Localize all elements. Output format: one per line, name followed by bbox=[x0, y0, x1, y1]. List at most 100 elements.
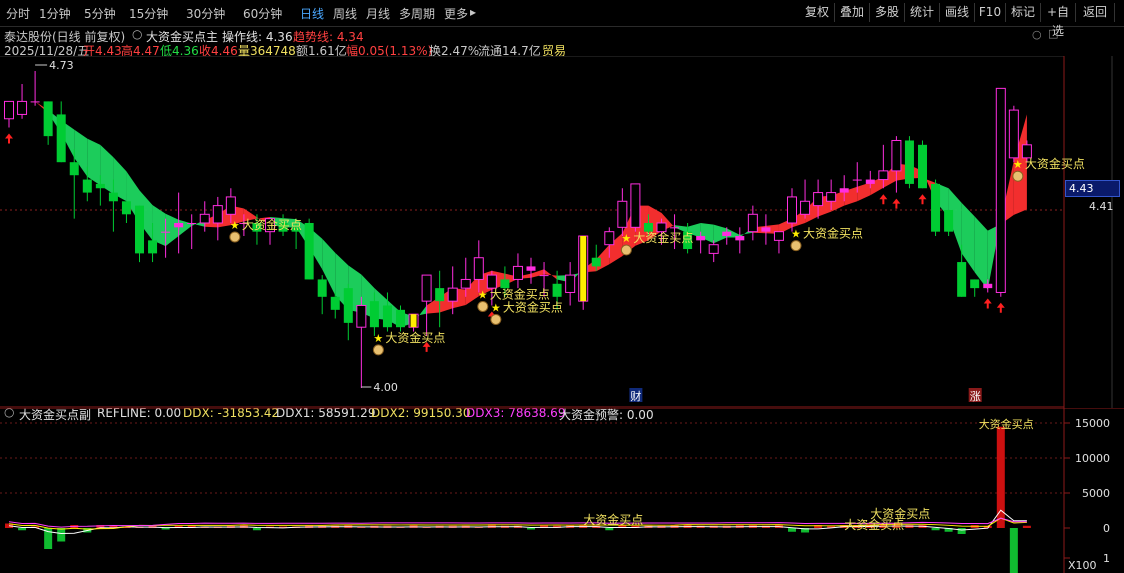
candle-body bbox=[56, 114, 66, 163]
toolbar-button-1[interactable]: 叠加 bbox=[835, 3, 870, 22]
candle-body bbox=[995, 87, 1006, 293]
sub-tick-label: 15000 bbox=[1075, 417, 1110, 430]
sub-unit-label: X100 bbox=[1068, 559, 1097, 572]
candle-body bbox=[708, 244, 719, 254]
candle-body bbox=[617, 200, 628, 228]
ribbon-segment bbox=[857, 182, 871, 202]
period-tab-4[interactable]: 30分钟 bbox=[186, 5, 225, 22]
candle-body bbox=[187, 222, 197, 224]
period-tab-7[interactable]: 周线 bbox=[333, 5, 357, 22]
event-badge-fin: 财 bbox=[630, 389, 641, 403]
period-tab-10[interactable]: 更多 bbox=[444, 5, 468, 22]
ribbon-segment bbox=[165, 213, 179, 247]
buy-signal-label: 大资金买点 bbox=[1025, 156, 1085, 171]
ribbon-segment bbox=[152, 205, 166, 247]
money-bag-icon bbox=[229, 231, 241, 243]
toolbar-button-3[interactable]: 统计 bbox=[905, 3, 940, 22]
collapse-icon[interactable]: ○ bbox=[132, 27, 142, 41]
candle-body bbox=[486, 274, 497, 289]
toolbar-button-2[interactable]: 多股 bbox=[870, 3, 905, 22]
candle-body bbox=[761, 227, 771, 232]
candle-body bbox=[356, 304, 367, 328]
candle-body bbox=[773, 231, 784, 241]
ddx-indicator-chart[interactable]: 1500010000500001X100大资金买点 大资金买点大资金买点大资金买点 bbox=[0, 408, 1124, 573]
candle-body bbox=[670, 227, 680, 229]
period-tab-9[interactable]: 多周期 bbox=[399, 5, 435, 22]
candle-body bbox=[800, 200, 811, 215]
buy-signal-label: 大资金买点 bbox=[490, 286, 550, 301]
money-bag-icon bbox=[372, 344, 384, 356]
candle-body bbox=[460, 278, 471, 289]
ribbon-segment bbox=[544, 269, 558, 280]
star-icon: ★ bbox=[491, 301, 501, 314]
star-icon: ★ bbox=[1013, 158, 1023, 171]
ddx-bar bbox=[931, 528, 940, 531]
highlight-candle bbox=[580, 236, 587, 302]
star-icon: ★ bbox=[478, 288, 488, 301]
red-arrow-icon bbox=[996, 302, 1005, 313]
candle-body bbox=[983, 283, 993, 289]
period-tab-1[interactable]: 1分钟 bbox=[39, 5, 71, 22]
high-marker-label: 4.73 bbox=[49, 59, 74, 72]
money-bag-icon bbox=[1012, 170, 1024, 182]
more-chevron-icon[interactable]: ▸ bbox=[470, 5, 476, 19]
money-bag-icon bbox=[620, 244, 632, 256]
candle-body bbox=[121, 201, 131, 215]
ddx-bar bbox=[1022, 525, 1031, 528]
red-arrow-icon bbox=[983, 298, 992, 309]
toolbar-button-4[interactable]: 画线 bbox=[940, 3, 975, 22]
toolbar-button-6[interactable]: 标记 bbox=[1006, 3, 1041, 22]
candle-body bbox=[225, 196, 236, 215]
candle-body bbox=[539, 275, 549, 277]
candle-body bbox=[604, 231, 615, 246]
period-tab-5[interactable]: 60分钟 bbox=[243, 5, 282, 22]
candle-body bbox=[878, 170, 889, 181]
candle-body bbox=[931, 183, 941, 232]
star-icon: ★ bbox=[791, 228, 801, 241]
toolbar-button-7[interactable]: +自选 bbox=[1041, 3, 1076, 38]
candle-body bbox=[970, 279, 980, 289]
ribbon-segment bbox=[974, 216, 988, 290]
candle-body bbox=[330, 296, 340, 310]
star-icon: ★ bbox=[621, 232, 631, 245]
toolbar-button-5[interactable]: F10 bbox=[975, 3, 1006, 22]
buy-signal-label: 大资金买点 bbox=[633, 230, 693, 245]
period-tab-2[interactable]: 5分钟 bbox=[84, 5, 116, 22]
toolbar-button-0[interactable]: 复权 bbox=[800, 3, 835, 22]
candle-body bbox=[565, 274, 576, 293]
candle-body bbox=[82, 179, 92, 193]
candle-body bbox=[944, 209, 954, 232]
candle-body bbox=[95, 183, 105, 189]
candle-body bbox=[552, 283, 562, 297]
candle-body bbox=[212, 205, 223, 224]
ddx-bar bbox=[527, 528, 535, 530]
period-tab-3[interactable]: 15分钟 bbox=[129, 5, 168, 22]
low-marker-label: 4.00 bbox=[373, 381, 398, 394]
buy-signal-label: 大资金买点 bbox=[242, 217, 302, 232]
ddx-bar bbox=[252, 528, 261, 531]
sub-tick-label: 10000 bbox=[1075, 452, 1110, 465]
candle-body bbox=[526, 266, 536, 271]
period-tab-8[interactable]: 月线 bbox=[366, 5, 390, 22]
candle-body bbox=[30, 101, 40, 103]
sub-buy-label-top: 大资金买点 bbox=[979, 417, 1034, 431]
ddx-bar bbox=[957, 528, 966, 534]
candle-body bbox=[148, 240, 158, 254]
candle-body bbox=[891, 139, 902, 172]
candle-body bbox=[957, 262, 967, 297]
period-tab-0[interactable]: 分时 bbox=[6, 5, 30, 22]
candle-body bbox=[839, 188, 849, 193]
candle-body bbox=[69, 162, 79, 176]
ddx-bar bbox=[605, 528, 614, 531]
candle-body bbox=[396, 309, 405, 328]
candle-body bbox=[852, 179, 862, 181]
period-tab-6[interactable]: 日线 bbox=[300, 5, 324, 22]
settings-icon[interactable]: ○ bbox=[1032, 28, 1042, 41]
candlestick-chart[interactable]: 4.734.00★ 大资金买点★ 大资金买点★ 大资金买点★ 大资金买点★ 大资金买点 ★ 大… bbox=[0, 56, 1124, 408]
candle-body bbox=[787, 196, 797, 224]
ddx-bar bbox=[18, 528, 27, 531]
candle-body bbox=[630, 183, 641, 228]
money-bag-icon bbox=[490, 313, 502, 325]
toolbar-button-8[interactable]: 返回 bbox=[1076, 3, 1115, 22]
candle-body bbox=[696, 236, 706, 241]
